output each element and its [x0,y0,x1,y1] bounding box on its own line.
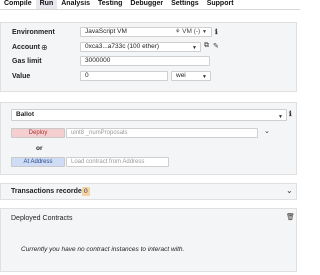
tab-analysis[interactable]: Analysis [57,0,94,9]
value-input[interactable]: 0 [80,71,168,81]
chevron-down-icon: ▼ [202,74,207,80]
vm-badge: VM (-) [182,28,201,35]
unit-value: wei [176,72,186,79]
environment-value: JavaScript VM [85,28,127,35]
unit-select[interactable]: wei ▼ [171,71,211,81]
tab-bar: Compile Run Analysis Testing Debugger Se… [0,0,300,10]
account-select[interactable]: 0xca3...a733c (100 ether) ▼ [80,42,201,52]
deployed-contracts-panel: Deployed Contracts 🗑 Currently you have … [0,208,297,272]
environment-label: Environment [12,29,55,36]
at-address-button[interactable]: At Address [11,157,65,167]
gas-limit-input[interactable]: 3000000 [80,56,210,66]
chevron-down-icon[interactable]: ⌄ [286,186,293,195]
copy-icon[interactable]: ⧉ [204,42,209,50]
contract-select[interactable]: Ballot ▼ [11,109,287,121]
deployed-contracts-label: Deployed Contracts [11,215,73,222]
deploy-args-input[interactable]: uint8 _numProposals [66,128,258,138]
or-label: or [36,145,43,152]
edit-icon[interactable]: ✎ [213,42,219,50]
tab-testing[interactable]: Testing [94,0,126,9]
at-address-input[interactable]: Load contract from Address [66,157,169,167]
contract-selected: Ballot [16,111,35,118]
trash-icon[interactable]: 🗑 [286,213,295,221]
account-value: 0xca3...a733c (100 ether) [85,43,160,50]
vm-icon: ⚘ [174,29,181,35]
account-label: Account [12,44,40,51]
chevron-down-icon: ▼ [202,29,207,35]
environment-panel: Environment JavaScript VM ⚘ VM (-) ▼ ℹ A… [0,22,297,92]
add-account-icon[interactable]: ⊕ [41,43,48,52]
info-icon[interactable]: ℹ [215,28,218,36]
chevron-down-icon[interactable]: ⌄ [264,127,270,135]
value-label: Value [12,73,31,80]
environment-select[interactable]: JavaScript VM ⚘ VM (-) ▼ [80,27,212,37]
vm-badge-area: ⚘ VM (-) ▼ [175,28,207,36]
info-icon[interactable]: ℹ [289,110,292,118]
chevron-down-icon: ▼ [192,45,197,51]
transactions-count-badge: 0 [82,187,90,196]
tab-settings[interactable]: Settings [167,0,203,9]
transactions-label: Transactions recorded: [11,188,89,195]
gas-limit-label: Gas limit [12,58,42,65]
tab-debugger[interactable]: Debugger [126,0,167,9]
tab-run[interactable]: Run [35,0,58,9]
empty-instances-message: Currently you have no contract instances… [21,246,185,253]
chevron-down-icon: ▼ [278,114,283,120]
transactions-panel[interactable]: Transactions recorded: 0 ⌄ [0,183,297,200]
tab-compile[interactable]: Compile [0,0,36,9]
tab-support[interactable]: Support [203,0,238,9]
deploy-button[interactable]: Deploy [11,128,65,138]
contract-panel: Ballot ▼ ℹ Deploy uint8 _numProposals ⌄ … [0,102,297,175]
